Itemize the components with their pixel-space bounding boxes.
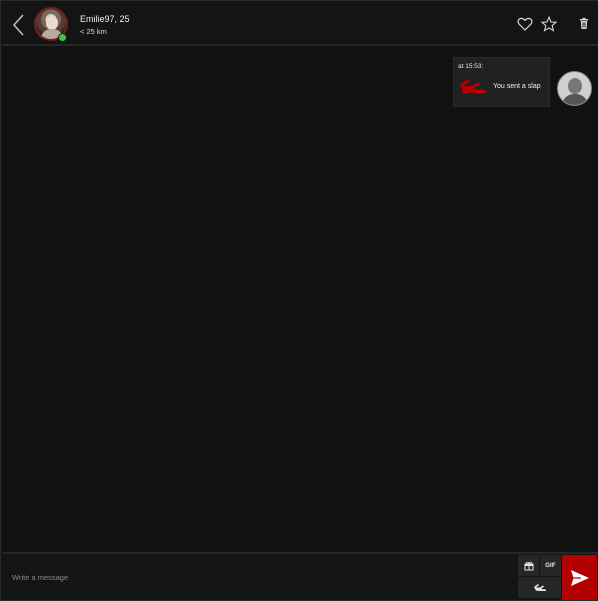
chat-window: Emilie97, 25 < 25 km at 15:53: You sent …: [0, 0, 598, 601]
contact-distance: < 25 km: [80, 27, 107, 36]
online-status-indicator: [58, 33, 67, 42]
heart-icon: [517, 17, 533, 31]
own-avatar: [557, 71, 592, 106]
message-text: You sent a slap: [493, 83, 541, 90]
send-button[interactable]: [562, 555, 597, 600]
send-icon: [570, 569, 589, 586]
back-icon: [12, 14, 24, 36]
star-icon: [540, 15, 558, 32]
gif-label: GIF: [545, 562, 556, 569]
contact-name[interactable]: Emilie97, 25: [80, 14, 130, 24]
slap-tool-icon: [533, 583, 546, 591]
send-slap-button[interactable]: [518, 577, 561, 598]
back-button[interactable]: [10, 13, 28, 37]
message-list[interactable]: at 15:53: You sent a slap: [2, 47, 598, 552]
favorite-button[interactable]: [517, 16, 533, 32]
avatar-head: [568, 78, 582, 94]
message-composer: GIF: [2, 552, 598, 600]
avatar-face: [46, 16, 58, 30]
chat-header: Emilie97, 25 < 25 km: [2, 2, 598, 46]
message-input[interactable]: [2, 554, 516, 600]
slap-icon: [460, 79, 486, 93]
avatar-torso: [562, 94, 588, 105]
star-button[interactable]: [540, 15, 558, 32]
trash-icon: [580, 17, 588, 29]
gift-button[interactable]: [518, 555, 539, 576]
message-time: at 15:53:: [458, 63, 484, 70]
gift-icon: [524, 561, 533, 570]
message-bubble: at 15:53: You sent a slap: [453, 57, 550, 107]
gif-button[interactable]: GIF: [540, 555, 561, 576]
delete-conversation-button[interactable]: [576, 16, 592, 32]
